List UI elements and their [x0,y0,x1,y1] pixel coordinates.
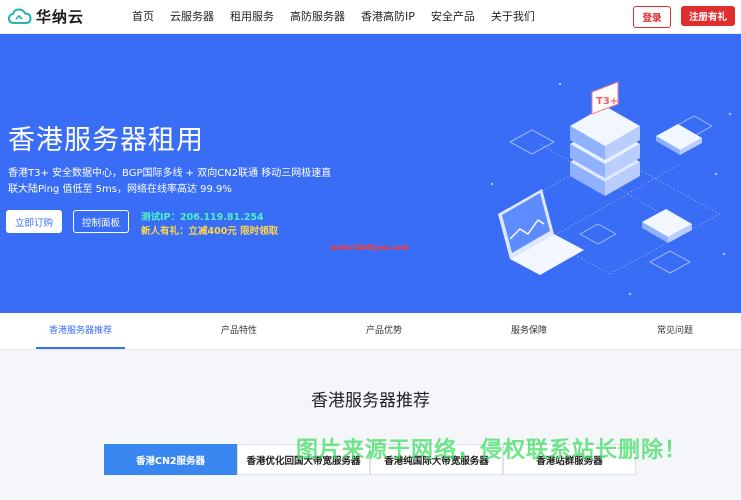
nav-item-security[interactable]: 安全产品 [423,0,483,33]
tab-service-guarantee[interactable]: 服务保障 [490,313,568,349]
nav-item-about[interactable]: 关于我们 [483,0,543,33]
t3-badge-text: T3+ [596,96,618,107]
nav-item-rental[interactable]: 租用服务 [222,0,282,33]
subtab-hk-cn2[interactable]: 香港CN2服务器 [104,444,237,475]
logo[interactable]: 华纳云 [8,6,118,27]
hero-banner: 香港服务器租用 香港T3+ 安全数据中心，BGP国际多线 + 双向CN2联通 移… [0,34,741,313]
section-title: 香港服务器推荐 [311,391,430,411]
login-button[interactable]: 登录 [633,6,671,28]
tab-hk-server-recommend[interactable]: 香港服务器推荐 [36,313,125,349]
tab-faq[interactable]: 常见问题 [636,313,714,349]
datacenter-illustration: T3+ [490,81,732,296]
nav-item-cloud-server[interactable]: 云服务器 [162,0,222,33]
tab-features[interactable]: 产品特性 [200,313,278,349]
card-icon [656,124,702,155]
server-stack-icon: T3+ [570,81,640,196]
nav-actions: 登录 注册有礼 [633,6,735,28]
nav-item-ddos-server[interactable]: 高防服务器 [282,0,353,33]
promo-link[interactable]: 新人有礼：立减400元 限时领取 [141,223,278,237]
copyright-watermark: 图片来源于网络，侵权联系站长删除！ [296,438,688,463]
tab-advantages[interactable]: 产品优势 [345,313,423,349]
active-tab-indicator [36,347,125,349]
nav-item-hk-ddos-ip[interactable]: 香港高防IP [353,0,423,33]
test-ip-text: 测试IP：206.119.81.254 [141,212,264,223]
main-menu: 首页 云服务器 租用服务 高防服务器 香港高防IP 安全产品 关于我们 [124,0,543,33]
nav-item-home[interactable]: 首页 [124,0,162,33]
hero-title: 香港服务器租用 [8,125,204,156]
hero-desc-line2: 联大陆Ping 值低至 5ms，网络在线率高达 99.9% [8,184,232,195]
subscribe-button[interactable]: 立即订购 [6,210,62,233]
logo-text: 华纳云 [36,8,85,26]
cloud-logo-icon [8,7,32,24]
laptop-icon [498,189,584,275]
watermark-url: www.ittellyou.com [330,243,409,252]
product-tabs: 香港服务器推荐 产品特性 产品优势 服务保障 常见问题 [0,313,741,350]
device-icon [642,209,692,243]
control-panel-button[interactable]: 控制面板 [73,210,129,233]
top-nav: 华纳云 首页 云服务器 租用服务 高防服务器 香港高防IP 安全产品 关于我们 … [0,0,741,34]
hero-desc-line1: 香港T3+ 安全数据中心，BGP国际多线 + 双向CN2联通 移动三网极速直 [8,168,332,179]
register-button[interactable]: 注册有礼 [681,6,735,26]
